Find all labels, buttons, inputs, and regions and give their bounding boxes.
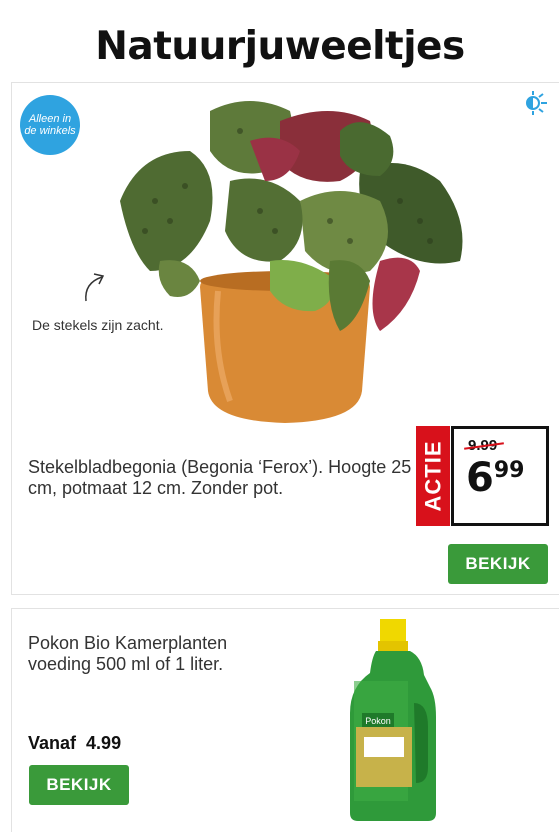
- pokon-bottle-image: Pokon: [350, 619, 436, 821]
- price-block: ACTIE 9.99 699: [416, 426, 549, 526]
- plant-note: De stekels zijn zacht.: [32, 317, 164, 333]
- view-button[interactable]: BEKIJK: [29, 765, 129, 805]
- page-title: Natuurjuweeltjes: [95, 24, 465, 69]
- new-price: 699: [466, 455, 525, 501]
- sun-icon: [526, 91, 547, 115]
- product-price: Vanaf 4.99: [28, 733, 122, 753]
- price-box: 9.99 699: [451, 426, 549, 526]
- begonia-plant-image: [120, 101, 463, 423]
- product-description: Stekelbladbegonia (Begonia ‘Ferox’). Hoo…: [28, 457, 412, 498]
- curved-arrow-icon: [85, 273, 105, 302]
- in-store-only-badge: Alleen in de winkels: [20, 95, 80, 155]
- product-card-pokon[interactable]: Pokon Bio Kamerplanten voeding 500 ml of…: [11, 608, 559, 832]
- sale-tag: ACTIE: [416, 426, 450, 526]
- product-card-begonia[interactable]: Alleen in de winkels De stekels zijn zac…: [11, 82, 559, 595]
- view-button[interactable]: BEKIJK: [448, 544, 548, 584]
- product-name: Pokon Bio Kamerplanten voeding 500 ml of…: [28, 633, 228, 674]
- svg-text:Pokon: Pokon: [365, 716, 391, 726]
